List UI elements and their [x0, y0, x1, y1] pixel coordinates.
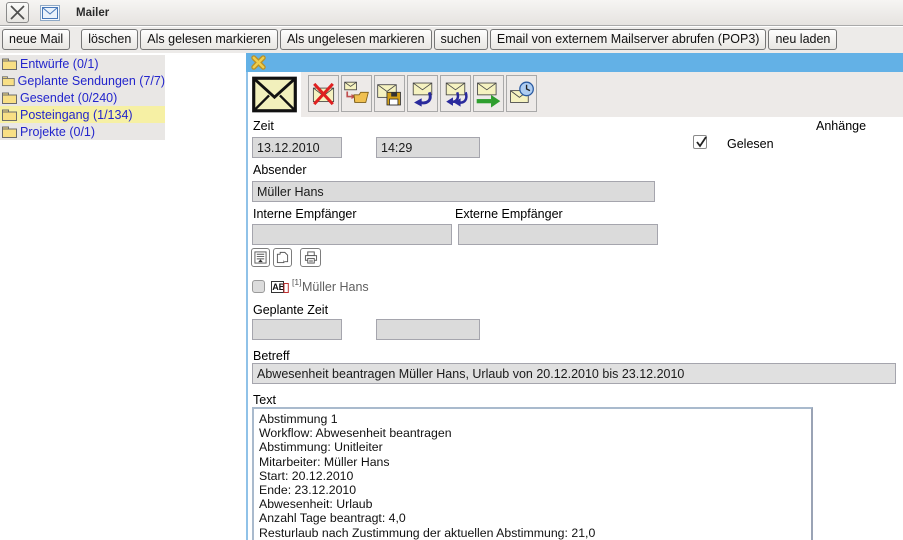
absender-label: Absender	[253, 163, 307, 177]
message-body-textarea[interactable]: Abstimmung 1 Workflow: Abwesenheit beant…	[252, 407, 813, 540]
folder-icon	[2, 92, 17, 104]
geplante-time-field[interactable]	[376, 319, 480, 340]
recipient-name: Müller Hans	[302, 280, 369, 294]
panel-close-button[interactable]	[251, 55, 266, 70]
open-mail-envelope-icon[interactable]	[251, 74, 298, 115]
externe-empfaenger-label: Externe Empfänger	[455, 207, 563, 221]
copy-pages-icon	[276, 251, 289, 264]
window-title: Mailer	[76, 7, 109, 19]
mail-move-folder-icon	[343, 80, 370, 108]
sidebar-item-projekte[interactable]: Projekte (0/1)	[0, 123, 165, 140]
window-titlebar: Mailer	[0, 0, 903, 26]
mail-save-icon	[376, 80, 403, 108]
mailer-window: Mailer neue Mail löschen Als gelesen mar…	[0, 0, 903, 540]
mark-read-button[interactable]: Als gelesen markieren	[140, 29, 278, 50]
geplante-date-field[interactable]	[252, 319, 342, 340]
folder-label: Entwürfe (0/1)	[20, 57, 99, 71]
panel-left-border	[246, 53, 248, 540]
mail-forward-icon	[475, 80, 502, 108]
schedule-send-button[interactable]	[506, 75, 537, 112]
folder-icon	[2, 58, 17, 70]
mailer-envelope-icon	[40, 5, 60, 21]
folder-icon	[2, 75, 15, 87]
delete-mail-button[interactable]	[308, 75, 339, 112]
betreff-field[interactable]	[252, 363, 896, 384]
externe-empfaenger-field[interactable]	[458, 224, 658, 245]
new-mail-button[interactable]: neue Mail	[2, 29, 70, 50]
interne-empfaenger-label: Interne Empfänger	[253, 207, 357, 221]
reply-all-button[interactable]	[440, 75, 471, 112]
window-close-button[interactable]	[6, 2, 29, 23]
mark-unread-button[interactable]: Als ungelesen markieren	[280, 29, 432, 50]
folder-label: Gesendet (0/240)	[20, 91, 117, 105]
delete-button[interactable]: löschen	[81, 29, 138, 50]
mail-action-toolbar	[308, 75, 539, 112]
folder-icon	[2, 126, 17, 138]
mail-panel-titlebar	[246, 53, 903, 72]
search-button[interactable]: suchen	[434, 29, 488, 50]
document-lines-up-button[interactable]	[251, 248, 270, 267]
move-to-folder-button[interactable]	[341, 75, 372, 112]
zeit-label: Zeit	[253, 119, 274, 133]
print-button[interactable]	[300, 248, 321, 267]
sidebar-item-entwuerfe[interactable]: Entwürfe (0/1)	[0, 55, 165, 72]
checkmark-icon	[695, 135, 708, 149]
reload-button[interactable]: neu laden	[768, 29, 837, 50]
address-book-ab-icon: AB	[271, 281, 289, 293]
interne-empfaenger-field[interactable]	[252, 224, 452, 245]
mail-schedule-clock-icon	[508, 80, 535, 108]
fetch-pop3-button[interactable]: Email von externem Mailserver abrufen (P…	[490, 29, 767, 50]
mail-reply-all-icon	[442, 80, 469, 108]
copy-button[interactable]	[273, 248, 292, 267]
gelesen-label: Gelesen	[727, 137, 774, 151]
printer-icon	[304, 251, 318, 264]
sidebar-item-gesendet[interactable]: Gesendet (0/240)	[0, 89, 165, 106]
document-lines-up-icon	[254, 251, 267, 264]
time-field[interactable]	[376, 137, 480, 158]
save-mail-button[interactable]	[374, 75, 405, 112]
text-label: Text	[253, 393, 276, 407]
geplante-zeit-label: Geplante Zeit	[253, 303, 328, 317]
recipient-checkbox[interactable]	[252, 280, 265, 293]
absender-field[interactable]	[252, 181, 655, 202]
folder-label: Posteingang (1/134)	[20, 108, 133, 122]
forward-button[interactable]	[473, 75, 504, 112]
gelesen-checkbox[interactable]	[693, 135, 707, 149]
folder-label: Geplante Sendungen (7/7)	[18, 74, 165, 88]
folder-label: Projekte (0/1)	[20, 125, 95, 139]
close-x-icon	[9, 5, 26, 20]
folder-icon	[2, 109, 17, 121]
mail-delete-icon	[310, 80, 337, 108]
mail-reply-icon	[409, 80, 436, 108]
anhaenge-label: Anhänge	[816, 119, 866, 133]
reply-button[interactable]	[407, 75, 438, 112]
recipient-index: [1]	[292, 277, 301, 287]
main-toolbar: neue Mail löschen Als gelesen markieren …	[0, 27, 903, 53]
folder-sidebar: Entwürfe (0/1) Geplante Sendungen (7/7) …	[0, 55, 165, 140]
betreff-label: Betreff	[253, 349, 290, 363]
date-field[interactable]	[252, 137, 342, 158]
sidebar-item-posteingang[interactable]: Posteingang (1/134)	[0, 106, 165, 123]
sidebar-item-geplante-sendungen[interactable]: Geplante Sendungen (7/7)	[0, 72, 165, 89]
